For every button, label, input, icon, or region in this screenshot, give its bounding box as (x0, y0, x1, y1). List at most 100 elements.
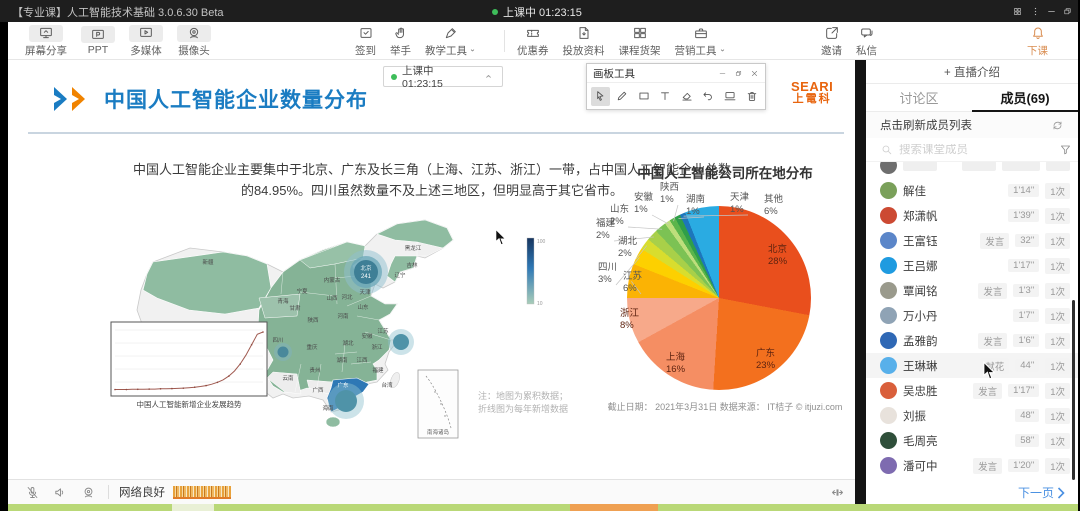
avatar (880, 232, 897, 249)
member-name: 王琳琳 (903, 358, 974, 374)
member-action-badge[interactable]: 发言 (973, 458, 1002, 474)
refresh-icon[interactable] (1051, 119, 1064, 132)
avatar (880, 307, 897, 324)
member-stat-badge: 1次 (1045, 333, 1070, 349)
toolbar-item-label: 多媒体 (130, 43, 162, 58)
chevron-up-icon[interactable] (482, 70, 495, 83)
toolbar-item-shelf[interactable]: 课程货架 (612, 22, 668, 60)
province-label: 江苏 (377, 327, 389, 335)
member-row[interactable]: 解佳1'14"1次 (866, 178, 1078, 203)
svg-text:南海诸岛: 南海诸岛 (427, 428, 450, 436)
member-row[interactable]: 王琳琳献花44"1次 (866, 353, 1078, 378)
panel-minimize-icon[interactable] (718, 69, 727, 78)
window-title: 【专业课】人工智能技术基础 3.0.6.30 Beta (12, 4, 224, 20)
member-name: 刘振 (903, 408, 1009, 424)
member-row-partial[interactable] (866, 162, 1078, 178)
pie-chart-title: 中国人工智能公司所在地分布 (596, 162, 854, 182)
member-action-badge[interactable]: 发言 (973, 383, 1002, 399)
member-row[interactable]: 万小丹1'7"1次 (866, 303, 1078, 328)
ppt-icon (81, 26, 115, 43)
toolbar-group-media: 屏幕分享PPT 多媒体 摄像头 (18, 22, 218, 60)
search-input[interactable] (899, 144, 1053, 156)
toolbar-item-docup[interactable]: 投放资料 (556, 22, 612, 60)
live-dot-icon (492, 9, 498, 15)
member-row[interactable]: 郑潇帆1'39"1次 (866, 203, 1078, 228)
svg-text:10: 10 (537, 301, 543, 307)
member-row[interactable]: 吴忠胜发言1'17"1次 (866, 378, 1078, 403)
refresh-hint-text: 点击刷新成员列表 (880, 117, 972, 133)
member-stat-badge: 1次 (1045, 433, 1070, 449)
province-label: 安徽 (361, 332, 373, 340)
main-toolbar: 屏幕分享PPT 多媒体 摄像头 签到举手教学工具 优惠券投放资料课程货架营销工具 邀… (8, 22, 1078, 60)
whiteboard-panel-titlebar[interactable]: 画板工具 (587, 64, 765, 83)
member-row[interactable]: 孟雅韵发言1'6"1次 (866, 328, 1078, 353)
toolbar-item-label: 签到 (355, 43, 376, 58)
member-row[interactable]: 毛周亮58"1次 (866, 428, 1078, 453)
province-label: 广西 (312, 386, 324, 394)
toolbar-item-ppt[interactable]: PPT (74, 22, 122, 60)
member-action-badge[interactable]: 献花 (980, 358, 1009, 374)
member-row[interactable]: 王富钰发言32"1次 (866, 228, 1078, 253)
province-label: 河北 (341, 293, 353, 301)
toolbar-item-brief[interactable]: 营销工具 (668, 22, 734, 60)
content-divider (855, 60, 866, 504)
collapse-panel-icon[interactable] (830, 485, 845, 500)
member-action-badge[interactable]: 发言 (978, 283, 1007, 299)
toolbar-group-marketing: 优惠券投放资料课程货架营销工具 (510, 22, 734, 60)
tab-members[interactable]: 成员(69) (972, 84, 1078, 111)
toolbar-item-invite[interactable]: 邀请 (814, 22, 849, 60)
toolbar-item-media[interactable]: 多媒体 (122, 22, 170, 60)
wb-tool-text-icon[interactable] (656, 87, 675, 106)
panel-restore-icon[interactable] (734, 69, 743, 78)
wb-tool-select-icon[interactable] (591, 87, 610, 106)
live-intro-button[interactable]: + 直播介绍 (866, 60, 1078, 84)
toolbar-item-bell[interactable]: 下课 (1020, 22, 1055, 60)
wb-tool-undo-icon[interactable] (699, 87, 718, 106)
member-action-badge[interactable]: 发言 (980, 233, 1009, 249)
member-stat-badge: 1次 (1045, 458, 1070, 474)
toolbar-item-monitor[interactable]: 屏幕分享 (18, 22, 74, 60)
shelf-icon (632, 25, 648, 42)
member-action-badge[interactable]: 发言 (978, 333, 1007, 349)
panel-close-icon[interactable] (750, 69, 759, 78)
wb-tool-rect-icon[interactable] (634, 87, 653, 106)
wb-tool-pen-icon[interactable] (613, 87, 632, 106)
refresh-member-list[interactable]: 点击刷新成员列表 (866, 112, 1078, 138)
class-timer-chip[interactable]: 上课中 01:23:15 (383, 66, 503, 87)
member-row[interactable]: 潘可中发言1'20"1次 (866, 453, 1078, 478)
avatar (880, 282, 897, 299)
wb-tool-trash-icon[interactable] (742, 87, 761, 106)
southsea-inset: 南海诸岛 (418, 370, 458, 438)
microphone-muted-icon[interactable] (18, 485, 46, 500)
toolbar-item-chat[interactable]: 私信 (849, 22, 884, 60)
avatar (880, 162, 897, 174)
layout-grid-icon[interactable] (1008, 0, 1026, 22)
speaker-icon[interactable] (46, 485, 74, 500)
toolbar-item-tools[interactable]: 教学工具 (418, 22, 484, 60)
toolbar-item-signin[interactable]: 签到 (348, 22, 383, 60)
pie-slice-label: 山东2% (610, 204, 650, 228)
province-label: 重庆 (306, 343, 318, 351)
province-label: 福建 (372, 366, 384, 374)
slide-title: 中国人工智能企业数量分布 (104, 84, 368, 114)
member-list-scrollbar[interactable] (1072, 300, 1075, 480)
toolbar-item-webcam[interactable]: 摄像头 (170, 22, 218, 60)
next-page-link[interactable]: 下一页 (1018, 484, 1066, 501)
filter-icon[interactable] (1059, 143, 1072, 156)
member-stat-badge: 1'3" (1013, 284, 1039, 297)
member-row[interactable]: 刘振48"1次 (866, 403, 1078, 428)
avatar (880, 382, 897, 399)
member-row[interactable]: 覃闻铭发言1'3"1次 (866, 278, 1078, 303)
wb-tool-board-icon[interactable] (721, 87, 740, 106)
toolbar-item-ticket[interactable]: 优惠券 (510, 22, 556, 60)
wb-tool-eraser-icon[interactable] (678, 87, 697, 106)
chevron-down-icon (468, 46, 477, 55)
webcam-icon[interactable] (74, 485, 102, 500)
member-stat-badge: 1'6" (1013, 334, 1039, 347)
toolbar-item-hand[interactable]: 举手 (383, 22, 418, 60)
toolbar-item-label: 摄像头 (178, 43, 210, 58)
toolbar-item-label: 营销工具 (675, 43, 727, 58)
member-row[interactable]: 王吕娜1'17"1次 (866, 253, 1078, 278)
member-stat-badge: 1次 (1045, 408, 1070, 424)
tab-discussion[interactable]: 讨论区 (866, 84, 972, 111)
